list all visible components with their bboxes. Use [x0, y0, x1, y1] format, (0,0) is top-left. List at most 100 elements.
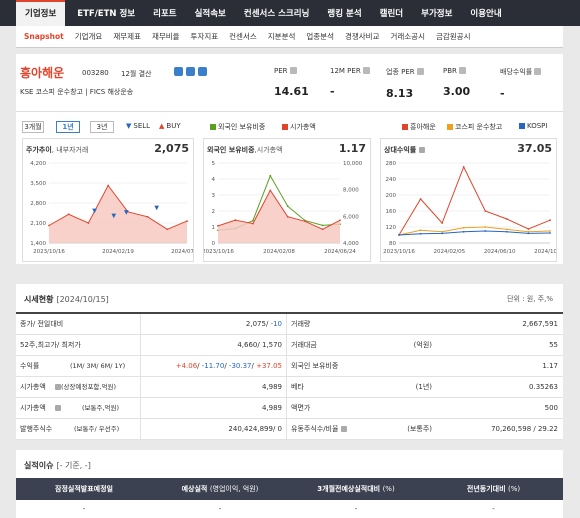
- top-tab-0[interactable]: 기업정보: [16, 0, 66, 26]
- period-1y-button[interactable]: 1년: [56, 121, 80, 133]
- row-label: 시가총액: [20, 383, 46, 391]
- earnings-title: 실적이슈: [24, 461, 54, 470]
- top-tab-4[interactable]: 컨센서스 스크리닝: [238, 0, 316, 26]
- y-tick-label: 2: [212, 209, 216, 215]
- metric-sector-per-value: 8.13: [386, 87, 414, 100]
- earnings-table-header: 잠정실적발표예정일 예상실적 (영업이익, 억원) 3개월전예상실적대비 (%)…: [16, 478, 563, 500]
- y-tick-label: 3: [212, 193, 216, 199]
- earnings-section-title: 실적이슈 [- 기준, -]: [24, 460, 91, 471]
- data-point: [527, 228, 530, 230]
- row-sublabel: (보통주): [407, 425, 432, 433]
- help-icon[interactable]: [340, 426, 347, 432]
- header-text: 잠정실적발표예정일: [55, 485, 113, 493]
- y2-tick-label: 4,000: [343, 241, 359, 247]
- relative-chart-title: 상대수익률: [384, 146, 417, 154]
- metric-dividend-value: -: [500, 87, 505, 100]
- sell-label: SELL: [133, 122, 151, 130]
- sub-tab-6[interactable]: 지분분석: [268, 31, 296, 42]
- earnings-header: 잠정실적발표예정일: [16, 478, 152, 500]
- top-tab-1[interactable]: ETF/ETN 정보: [71, 0, 141, 26]
- top-tab-7[interactable]: 부가정보: [415, 0, 458, 26]
- foreign-chart-title: 외국인 보유비중: [207, 146, 255, 154]
- data-point: [217, 224, 219, 227]
- sell-legend[interactable]: ▼ SELL: [126, 122, 150, 130]
- legend-marketcap[interactable]: 시가총액: [282, 122, 316, 132]
- header-sub: (영업이익, 억원): [209, 485, 259, 493]
- data-point: [549, 230, 551, 232]
- x-tick-label: 2024/07/01: [171, 249, 193, 255]
- row-sublabel-text: (상장예정포함,억원): [61, 383, 116, 391]
- sub-tab-3[interactable]: 재무비율: [152, 31, 180, 42]
- data-point: [67, 213, 70, 216]
- data-point: [286, 215, 289, 218]
- earnings-header: 예상실적 (영업이익, 억원): [152, 478, 288, 500]
- metric-12m-per-label: 12M PER: [330, 67, 361, 75]
- data-point: [87, 222, 90, 224]
- phone-icon[interactable]: [186, 67, 195, 76]
- top-tab-2[interactable]: 리포트: [147, 0, 182, 26]
- metric-pbr-label: PBR: [443, 67, 457, 75]
- data-point: [505, 230, 508, 233]
- y-tick-label: 5: [212, 161, 216, 167]
- x-tick-label: 2023/10/16: [383, 249, 415, 255]
- x-tick-label: 2024/10/07: [534, 249, 556, 255]
- legend-kospi[interactable]: KOSPI: [519, 122, 547, 130]
- relative-chart-panel: 상대수익률 37.05 280 240 200 160 120 80 2023/10/16 2…: [380, 138, 557, 262]
- row-value: 70,260,598 / 29.22: [491, 425, 558, 433]
- legend-company-label: 흥아해운: [410, 123, 436, 131]
- top-tab-6[interactable]: 캘린더: [374, 0, 409, 26]
- y2-tick-label: 8,000: [343, 188, 359, 194]
- row-value: 0.35263: [529, 383, 558, 391]
- sub-tab-8[interactable]: 경쟁사비교: [345, 31, 380, 42]
- sub-tab-7[interactable]: 업종분석: [306, 31, 334, 42]
- help-icon[interactable]: [534, 68, 542, 75]
- row-value: 1.17: [542, 362, 558, 370]
- period-3y-button[interactable]: 3년: [90, 121, 114, 133]
- price-chart-value: 2,075: [154, 142, 189, 155]
- data-point: [251, 222, 254, 225]
- sell-marker: ▼: [154, 204, 159, 211]
- top-tab-3[interactable]: 실적속보: [189, 0, 232, 26]
- data-point: [398, 234, 400, 236]
- top-tab-5[interactable]: 랭킹 분석: [321, 0, 367, 26]
- home-icon[interactable]: [174, 67, 183, 76]
- sell-marker: ▼: [112, 212, 117, 219]
- price-change: -10: [270, 320, 282, 328]
- period-3m-button[interactable]: 3개월: [22, 121, 44, 133]
- data-point: [484, 226, 487, 228]
- legend-sector[interactable]: 코스피 운수창고: [447, 122, 502, 132]
- relative-chart-value: 37.05: [517, 142, 552, 155]
- help-icon[interactable]: [419, 147, 426, 153]
- sub-tab-4[interactable]: 투자지표: [191, 31, 219, 42]
- x-tick-label: 2023/10/16: [204, 249, 234, 255]
- price-chart-subtitle: , 내부자거래: [51, 146, 89, 154]
- help-icon[interactable]: [289, 67, 297, 74]
- help-icon[interactable]: [416, 68, 424, 75]
- sub-tab-9[interactable]: 거래소공시: [390, 31, 425, 42]
- quote-row: 발행주식수 (보통주/ 우선주) 240,424,899/ 0 유동주식수/비율…: [16, 419, 563, 440]
- y-tick-label: 4,200: [30, 161, 46, 167]
- help-icon[interactable]: [458, 67, 466, 74]
- row-sublabel: (억원): [413, 341, 432, 349]
- sub-tab-10[interactable]: 금감원공시: [436, 31, 471, 42]
- map-pin-icon[interactable]: [198, 67, 207, 76]
- help-icon[interactable]: [55, 405, 61, 411]
- buy-legend[interactable]: ▲ BUY: [159, 122, 181, 130]
- close-price: 2,075/: [245, 320, 269, 328]
- row-label: 거래량: [286, 314, 434, 335]
- data-point: [286, 205, 289, 208]
- legend-foreign[interactable]: 외국인 보유비중: [210, 122, 265, 132]
- legend-company[interactable]: 흥아해운: [402, 122, 436, 132]
- data-point: [251, 219, 254, 222]
- quote-card: 시세현황 [2024/10/15] 단위 : 원, 주,% 종가/ 전일대비 2,…: [16, 284, 563, 440]
- data-point: [304, 220, 307, 223]
- sub-tab-5[interactable]: 컨센서스: [229, 31, 257, 42]
- help-icon[interactable]: [362, 67, 370, 74]
- legend-foreign-label: 외국인 보유비중: [218, 123, 266, 131]
- sub-tab-1[interactable]: 기업개요: [75, 31, 103, 42]
- table-cell: -: [218, 505, 222, 513]
- sub-tab-2[interactable]: 재무제표: [113, 31, 141, 42]
- top-tab-8[interactable]: 이용안내: [464, 0, 507, 26]
- sub-tab-snapshot[interactable]: Snapshot: [24, 32, 64, 41]
- quote-title: 시세현황: [24, 295, 54, 304]
